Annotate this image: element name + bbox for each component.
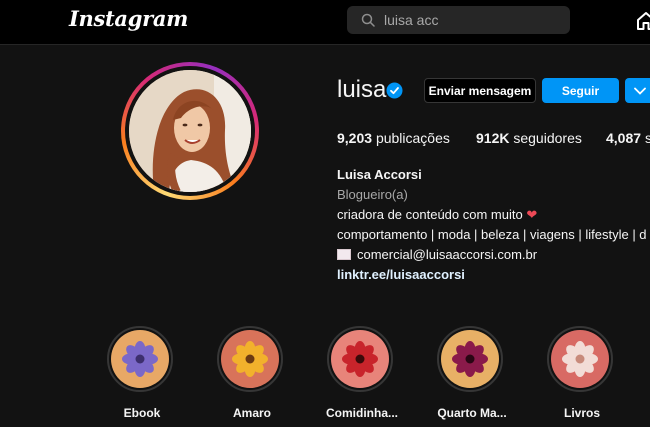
heart-icon: ❤ <box>526 207 538 222</box>
bio-email-line: comercial@luisaaccorsi.com.br <box>337 247 537 262</box>
instagram-logo[interactable]: Instagram <box>69 6 188 31</box>
highlight-ring[interactable] <box>107 326 173 392</box>
bio-text: criadora de conteúdo com muito <box>337 207 523 222</box>
bio-link[interactable]: linktr.ee/luisaaccorsi <box>337 267 465 282</box>
flower-icon <box>122 341 158 377</box>
following-count[interactable]: 4,087 se <box>606 130 650 146</box>
highlight-item[interactable]: Ebook <box>107 326 177 420</box>
highlight-ring[interactable] <box>547 326 613 392</box>
profile-username: luisa <box>337 76 387 103</box>
flower-icon <box>342 341 378 377</box>
highlight-item[interactable]: Amaro <box>217 326 287 420</box>
highlight-cover[interactable] <box>221 330 279 388</box>
bio-line-2: comportamento | moda | beleza | viagens … <box>337 227 647 242</box>
highlight-label: Livros <box>563 406 600 420</box>
home-icon[interactable] <box>635 10 650 32</box>
search-input[interactable] <box>384 6 564 34</box>
highlight-label: Ebook <box>123 406 161 420</box>
send-message-button[interactable]: Enviar mensagem <box>424 78 536 103</box>
highlight-ring[interactable] <box>217 326 283 392</box>
bio-line-1: criadora de conteúdo com muito ❤ <box>337 207 537 223</box>
flower-icon <box>452 341 488 377</box>
top-navigation-bar: Instagram <box>0 0 650 45</box>
verified-badge-icon <box>386 82 403 99</box>
search-box[interactable] <box>347 6 570 34</box>
following-label: se <box>644 130 650 146</box>
followers-value: 912K <box>476 130 510 146</box>
search-icon <box>361 13 375 27</box>
highlight-ring[interactable] <box>327 326 393 392</box>
more-options-button[interactable] <box>625 78 650 103</box>
highlight-item[interactable]: Quarto Ma... <box>437 326 507 420</box>
highlight-label: Comidinha... <box>326 406 398 420</box>
posts-count: 9,203 publicações <box>337 130 450 146</box>
highlight-item[interactable]: Livros <box>547 326 617 420</box>
highlight-cover[interactable] <box>441 330 499 388</box>
posts-label: publicações <box>375 130 450 146</box>
highlight-label: Quarto Ma... <box>437 406 507 420</box>
following-value: 4,087 <box>606 130 642 146</box>
posts-value: 9,203 <box>337 130 373 146</box>
highlight-ring[interactable] <box>437 326 503 392</box>
highlight-item[interactable]: Comidinha... <box>326 326 398 420</box>
flower-icon <box>562 341 598 377</box>
followers-count[interactable]: 912K seguidores <box>476 130 582 146</box>
profile-category: Blogueiro(a) <box>337 187 408 202</box>
profile-full-name: Luisa Accorsi <box>337 167 422 182</box>
bio-email: comercial@luisaaccorsi.com.br <box>357 247 538 262</box>
envelope-icon <box>337 249 351 261</box>
highlight-cover[interactable] <box>551 330 609 388</box>
profile-avatar[interactable] <box>129 70 251 192</box>
follow-button[interactable]: Seguir <box>542 78 619 103</box>
highlight-cover[interactable] <box>331 330 389 388</box>
flower-icon <box>232 341 268 377</box>
chevron-down-icon <box>634 87 646 95</box>
story-ring[interactable] <box>121 62 259 200</box>
highlight-label: Amaro <box>232 406 271 420</box>
highlight-cover[interactable] <box>111 330 169 388</box>
followers-label: seguidores <box>513 130 582 146</box>
